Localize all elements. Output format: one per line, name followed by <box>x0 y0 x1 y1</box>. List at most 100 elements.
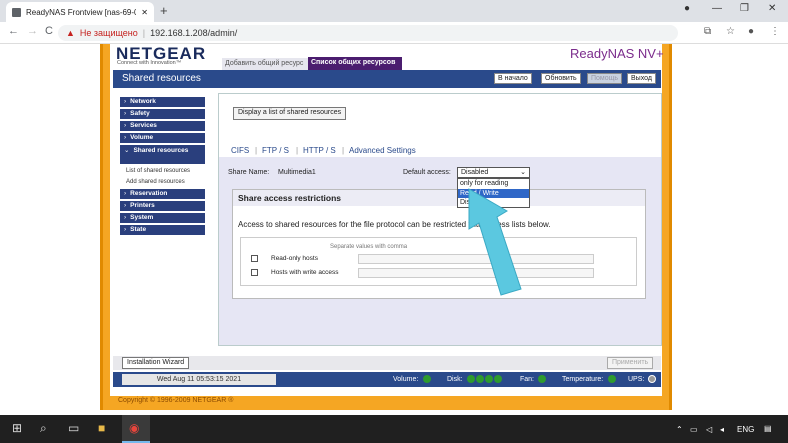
write-hosts-checkbox[interactable] <box>251 269 258 276</box>
display-shares-button[interactable]: Display a list of shared resources <box>233 107 347 120</box>
chevron-right-icon: › <box>124 202 127 209</box>
favicon-icon <box>12 7 21 17</box>
tab-advanced-settings[interactable]: Advanced Settings <box>349 146 416 155</box>
security-warning[interactable]: Не защищено <box>80 28 138 38</box>
chevron-right-icon: › <box>124 214 127 221</box>
bottom-bar <box>113 356 661 370</box>
network-icon[interactable]: ▭ <box>690 425 698 434</box>
logout-button[interactable]: Выход <box>627 73 656 84</box>
chevron-right-icon: › <box>124 98 127 105</box>
warning-icon: ▲ <box>66 28 75 38</box>
tab-share-list[interactable]: Список общих ресурсов <box>308 57 402 70</box>
minimize-button[interactable]: — <box>712 3 722 14</box>
fan-status-icon[interactable] <box>538 375 546 383</box>
nav-item-shared-resources[interactable]: ⌄ Shared resources <box>120 145 205 165</box>
nav-item-state[interactable]: › State <box>120 225 205 236</box>
url-bar[interactable]: ▲ Не защищено | 192.168.1.208/admin/ <box>58 25 678 41</box>
language-indicator[interactable]: ENG <box>737 425 754 434</box>
tab-separator: | <box>255 146 258 155</box>
nav-label: Shared resources <box>133 147 189 154</box>
nav-item-volume[interactable]: › Volume <box>120 133 205 144</box>
nav-label: Volume <box>130 134 154 141</box>
windows-taskbar <box>0 415 788 443</box>
chevron-right-icon: › <box>124 122 127 129</box>
close-window-button[interactable]: ✕ <box>768 3 776 14</box>
help-button[interactable]: Помощь <box>587 73 623 84</box>
default-access-label: Default access: <box>403 169 451 176</box>
status-disk-label: Disk: <box>447 376 463 383</box>
volume-icon[interactable]: ◁ <box>706 425 712 434</box>
tab-title: ReadyNAS Frontview [nas-69-05] <box>26 7 137 17</box>
chevron-down-icon: ⌄ <box>520 169 526 176</box>
search-icon[interactable]: ⌕ <box>40 421 47 436</box>
translate-icon[interactable]: ⧉ <box>704 26 711 37</box>
share-name-value: Multimedia1 <box>278 169 316 176</box>
default-access-select[interactable]: Disabled ⌄ <box>457 167 530 178</box>
nav-label: Reservation <box>130 190 168 197</box>
back-button[interactable]: ← <box>8 25 19 37</box>
speaker-icon[interactable]: ◂ <box>720 425 724 434</box>
profile-icon[interactable]: ● <box>748 26 754 37</box>
tab-http[interactable]: HTTP / S <box>303 146 336 155</box>
task-view-icon[interactable]: ▭ <box>68 421 79 435</box>
status-volume-label: Volume: <box>393 376 419 383</box>
tab-separator: | <box>342 146 345 155</box>
refresh-button[interactable]: Обновить <box>541 73 581 84</box>
nav-item-network[interactable]: › Network <box>120 97 205 108</box>
restrictions-title: Share access restrictions <box>233 190 645 206</box>
nav-label: System <box>130 214 154 221</box>
annotation-arrow-icon <box>468 188 522 296</box>
nav-label: Safety <box>130 110 150 117</box>
status-ups-label: UPS: <box>628 376 645 383</box>
tab-cifs[interactable]: CIFS <box>231 146 249 155</box>
restore-button[interactable]: ❐ <box>740 3 749 14</box>
notifications-icon[interactable]: ▤ <box>764 424 772 433</box>
home-button[interactable]: В начало <box>494 73 532 84</box>
file-explorer-icon[interactable]: ■ <box>98 421 105 435</box>
installation-wizard-button[interactable]: Installation Wizard <box>122 357 190 369</box>
nav-item-printers[interactable]: › Printers <box>120 201 205 212</box>
tab-add-share[interactable]: Добавить общий ресурс <box>222 58 308 70</box>
tab-ftp[interactable]: FTP / S <box>262 146 289 155</box>
disk1-status-icon[interactable] <box>467 375 475 383</box>
forward-button[interactable]: → <box>27 25 38 37</box>
temperature-status-icon[interactable] <box>608 375 616 383</box>
nav-label: Network <box>130 98 156 105</box>
status-temperature-label: Temperature: <box>562 376 604 383</box>
url-text: 192.168.1.208/admin/ <box>150 28 238 38</box>
readonly-hosts-checkbox[interactable] <box>251 255 258 262</box>
tab-close-icon[interactable]: ✕ <box>141 8 148 17</box>
chevron-right-icon: › <box>124 134 127 141</box>
copyright: Copyright © 1996-2009 NETGEAR ® <box>118 397 234 404</box>
new-tab-button[interactable]: + <box>160 3 168 18</box>
nav-item-reservation[interactable]: › Reservation <box>120 189 205 200</box>
url-separator: | <box>142 28 146 38</box>
chrome-icon: ◉ <box>129 421 140 435</box>
menu-icon[interactable]: ⋮ <box>770 26 780 37</box>
bookmark-star-icon[interactable]: ☆ <box>726 26 735 37</box>
nav-sub-list-shares[interactable]: List of shared resources <box>126 168 190 174</box>
nav-label: State <box>130 226 147 233</box>
account-icon[interactable]: ● <box>684 3 690 14</box>
reload-button[interactable]: C <box>45 25 53 37</box>
windows-start-icon[interactable]: ⊞ <box>12 421 22 435</box>
datetime-display: Wed Aug 11 05:53:15 2021 <box>122 374 276 385</box>
disk3-status-icon[interactable] <box>485 375 493 383</box>
nav-sub-add-shares[interactable]: Add shared resources <box>126 179 185 185</box>
separator-hint: Separate values with comma <box>330 244 408 250</box>
disk2-status-icon[interactable] <box>476 375 484 383</box>
tray-chevron-icon[interactable]: ⌃ <box>676 425 683 434</box>
apply-button[interactable]: Применить <box>607 357 654 369</box>
status-fan-label: Fan: <box>520 376 535 383</box>
nav-item-system[interactable]: › System <box>120 213 205 224</box>
tab-separator: | <box>296 146 299 155</box>
nav-item-services[interactable]: › Services <box>120 121 205 132</box>
nav-item-safety[interactable]: › Safety <box>120 109 205 120</box>
volume-status-icon[interactable] <box>423 375 431 383</box>
product-name: ReadyNAS NV+ <box>570 46 664 61</box>
browser-tab[interactable]: ReadyNAS Frontview [nas-69-05] ✕ <box>6 2 154 22</box>
chevron-right-icon: › <box>124 226 127 233</box>
disk4-status-icon[interactable] <box>494 375 502 383</box>
readonly-hosts-label: Read-only hosts <box>271 255 318 262</box>
ups-status-icon[interactable] <box>648 375 656 383</box>
